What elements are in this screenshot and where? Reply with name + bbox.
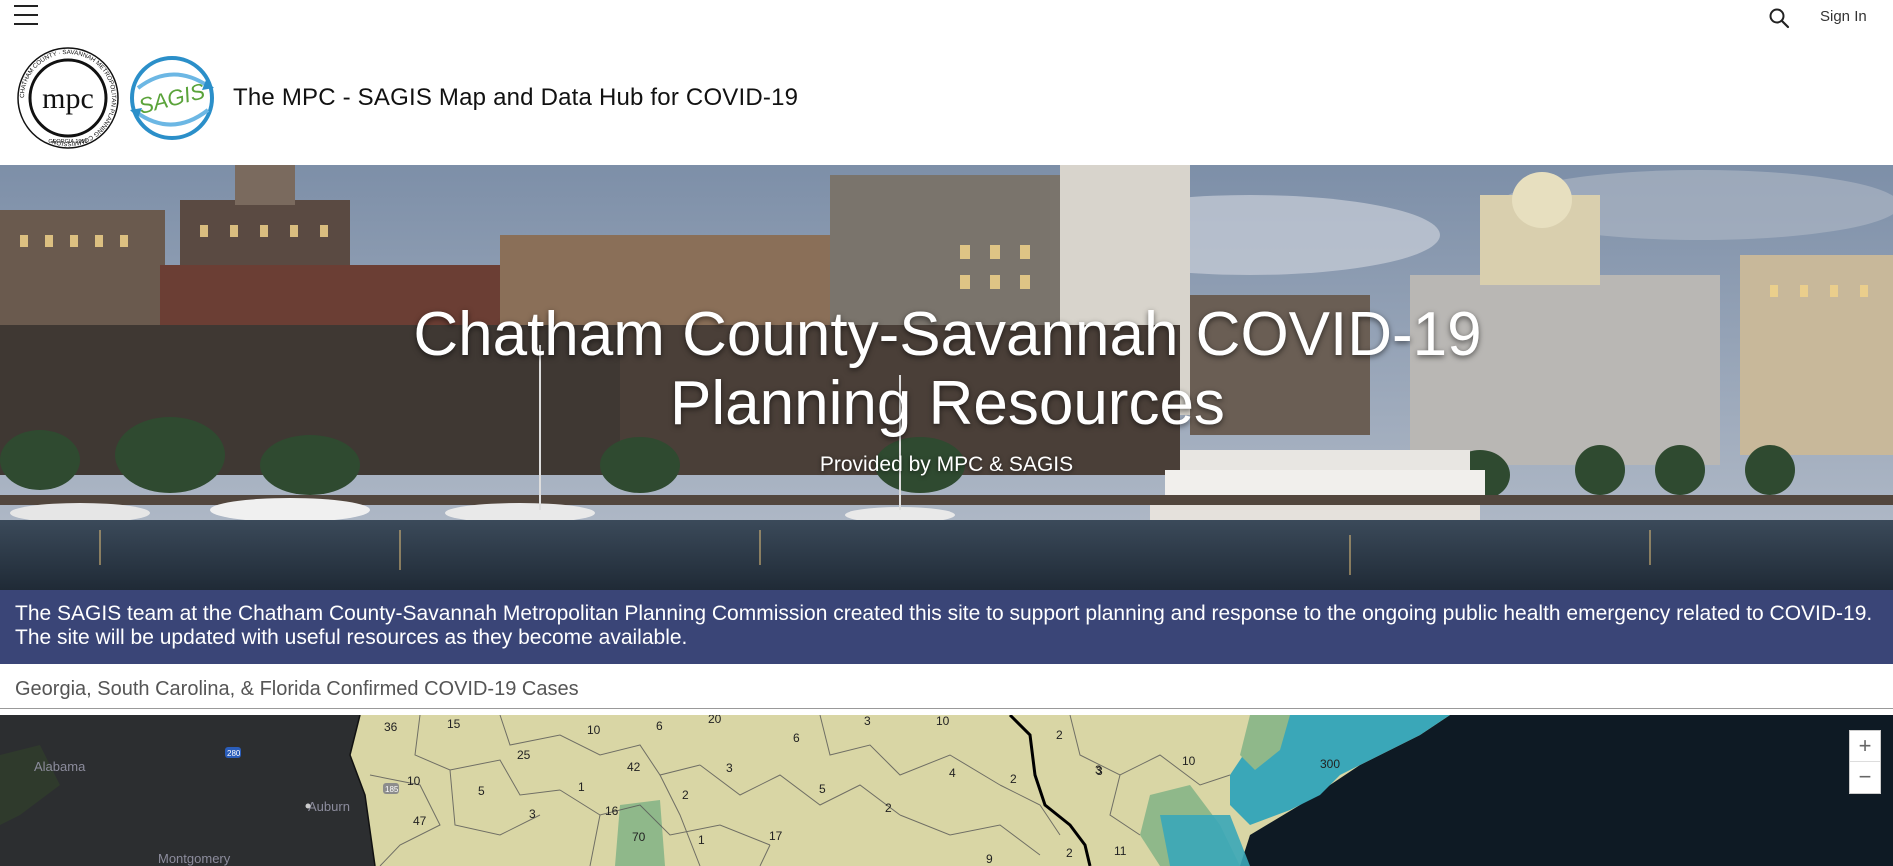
sign-in-link[interactable]: Sign In [1820, 8, 1867, 25]
top-navigation-bar: Sign In [0, 0, 1893, 34]
map-case-label: 5 [478, 784, 485, 798]
map-highway-280: 280 [227, 749, 241, 758]
map-label-alabama: Alabama [34, 759, 86, 774]
map-case-label: 3 [1096, 764, 1103, 778]
map-case-label: 1 [698, 833, 705, 847]
map-case-label: 42 [627, 760, 641, 774]
map-case-label: 2 [682, 788, 689, 802]
map-case-label: 16 [605, 804, 619, 818]
map-case-label: 6 [793, 731, 800, 745]
map-case-label: 17 [769, 829, 783, 843]
map-case-label: 10 [936, 715, 950, 728]
map-case-label: 3 [726, 761, 733, 775]
map-case-label: 4 [949, 766, 956, 780]
map-case-label: 15 [447, 717, 461, 731]
map-highway-185: 185 [385, 785, 399, 794]
search-icon[interactable] [1768, 7, 1790, 29]
map-case-label: 3 [529, 807, 536, 821]
section-divider [0, 708, 1893, 709]
map-case-label: 11 [1114, 844, 1127, 858]
map-section-heading: Georgia, South Carolina, & Florida Confi… [15, 678, 579, 700]
map-case-label: 2 [1066, 846, 1073, 860]
covid-cases-map[interactable]: Alabama Auburn Montgomery 280 185 36 15 … [0, 715, 1893, 866]
hamburger-menu-icon[interactable] [14, 5, 38, 27]
map-case-label: 2 [885, 801, 892, 815]
map-label-montgomery: Montgomery [158, 851, 231, 866]
map-case-label: 47 [413, 814, 427, 828]
map-case-label: 5 [819, 782, 826, 796]
hero-banner: Chatham County-Savannah COVID-19 Plannin… [0, 165, 1893, 590]
map-case-label: 2 [1010, 772, 1017, 786]
map-case-label: 300 [1320, 757, 1340, 771]
map-case-label: 6 [656, 719, 663, 733]
mpc-logo-bottom-text: GEORGIA 1955 [48, 139, 87, 145]
map-case-label: 2 [1056, 728, 1063, 742]
mpc-logo[interactable]: CHATHAM COUNTY · SAVANNAH METROPOLITAN P… [16, 46, 120, 150]
map-case-label: 10 [1182, 754, 1196, 768]
hero-title: Chatham County-Savannah COVID-19 Plannin… [413, 300, 1482, 438]
map-case-label: 1 [578, 780, 585, 794]
site-header: CHATHAM COUNTY · SAVANNAH METROPOLITAN P… [0, 34, 1893, 164]
sagis-logo[interactable]: SAGIS [128, 52, 216, 144]
hero-subtitle: Provided by MPC & SAGIS [819, 453, 1074, 476]
map-case-label: 10 [587, 723, 601, 737]
site-title: The MPC - SAGIS Map and Data Hub for COV… [233, 84, 799, 111]
map-case-label: 9 [986, 852, 993, 866]
map-zoom-control: + − [1849, 730, 1881, 794]
map-case-label: 3 [864, 715, 871, 728]
map-case-label: 20 [708, 715, 722, 726]
map-case-label: 70 [632, 830, 646, 844]
map-case-label: 36 [384, 720, 398, 734]
zoom-in-button[interactable]: + [1850, 731, 1880, 762]
intro-text-banner: The SAGIS team at the Chatham County-Sav… [0, 590, 1893, 664]
map-case-label: 25 [517, 748, 531, 762]
zoom-out-button[interactable]: − [1850, 762, 1880, 793]
map-label-auburn: Auburn [308, 799, 350, 814]
map-canvas[interactable]: Alabama Auburn Montgomery 280 185 36 15 … [0, 715, 1893, 866]
mpc-logo-text: mpc [42, 82, 94, 115]
map-case-label: 10 [407, 774, 421, 788]
